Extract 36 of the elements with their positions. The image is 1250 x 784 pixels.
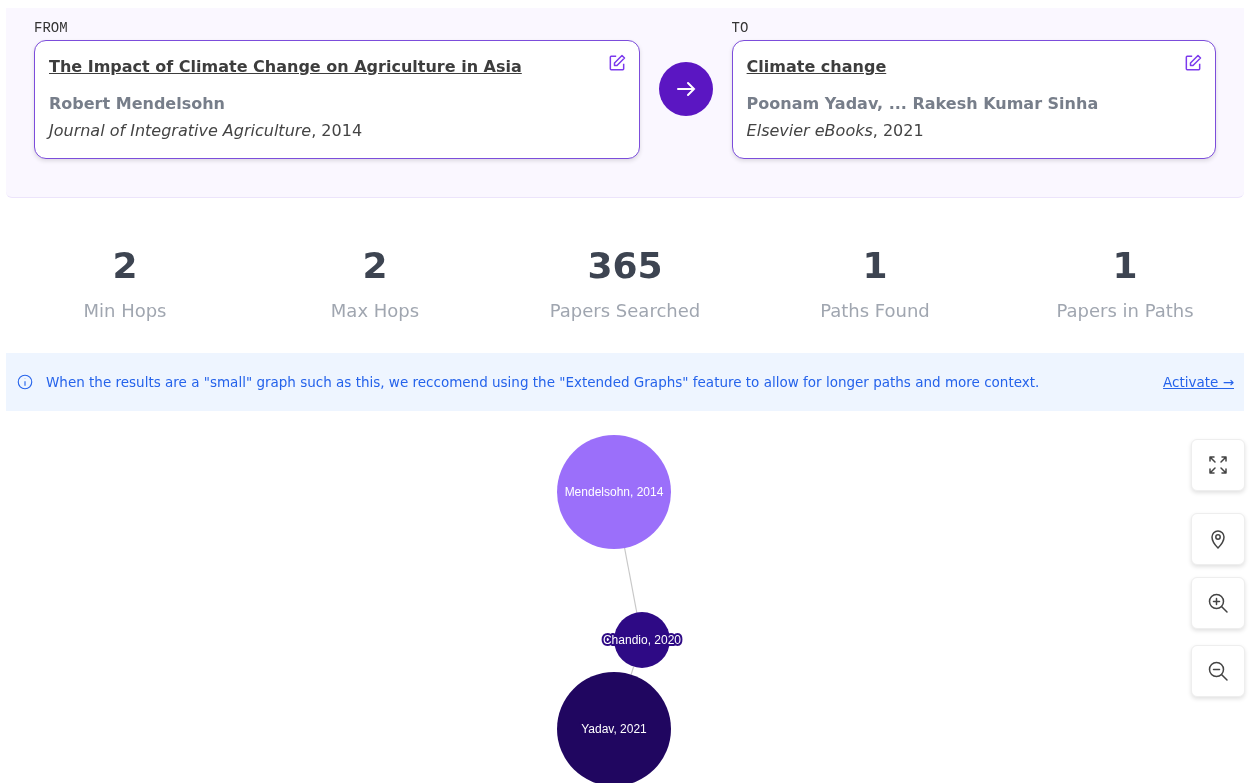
expand-icon xyxy=(1206,453,1230,477)
zoom-in-icon xyxy=(1206,591,1230,615)
section-label: FROM xyxy=(34,19,69,38)
paper-title-link[interactable]: Climate change xyxy=(746,57,887,76)
stat-value: 2 xyxy=(111,248,139,284)
graph-edge xyxy=(624,547,638,614)
paper-authors: Robert Mendelsohn xyxy=(49,93,226,115)
stat-value: 2 xyxy=(361,248,389,284)
info-icon xyxy=(16,373,34,391)
stat-label: Min Hops xyxy=(82,299,168,323)
node-label: Yadav, 2021 xyxy=(581,722,647,736)
section-label: TO xyxy=(731,19,750,38)
activate-link[interactable]: Activate → xyxy=(1163,371,1234,393)
edit-button[interactable] xyxy=(1183,53,1203,73)
zoom-in-button[interactable] xyxy=(1191,577,1245,629)
stat-label: Paths Found xyxy=(819,299,931,323)
graph-node[interactable] xyxy=(557,672,671,783)
stat-value: 365 xyxy=(586,248,664,284)
graph-node[interactable] xyxy=(557,435,671,549)
paper-authors: Poonam Yadav, ... Rakesh Kumar Sinha xyxy=(746,93,1100,115)
zoom-out-button[interactable] xyxy=(1191,645,1245,697)
paper-venue: Elsevier eBooks, 2021 xyxy=(746,120,925,142)
notice-text: When the results are a "small" graph such as this, we reccomend using the "Extended Graphs" feature to allow for longer paths and more context. xyxy=(46,372,1041,392)
stat-value: 1 xyxy=(1111,248,1139,284)
paper-title-link[interactable]: The Impact of Climate Change on Agriculture in Asia xyxy=(49,57,522,76)
stat-label: Max Hops xyxy=(329,299,421,323)
swap-arrow-button[interactable] xyxy=(658,62,713,116)
locate-button[interactable] xyxy=(1191,513,1245,565)
stat-label: Papers Searched xyxy=(548,299,702,323)
node-label: Mendelsohn, 2014 xyxy=(564,485,664,499)
graph-edge xyxy=(630,666,635,676)
stat-value: 1 xyxy=(861,248,889,284)
stat-label: Papers in Paths xyxy=(1055,299,1195,323)
fullscreen-button[interactable] xyxy=(1191,439,1245,491)
zoom-out-icon xyxy=(1206,659,1230,683)
edit-icon xyxy=(1183,53,1203,73)
